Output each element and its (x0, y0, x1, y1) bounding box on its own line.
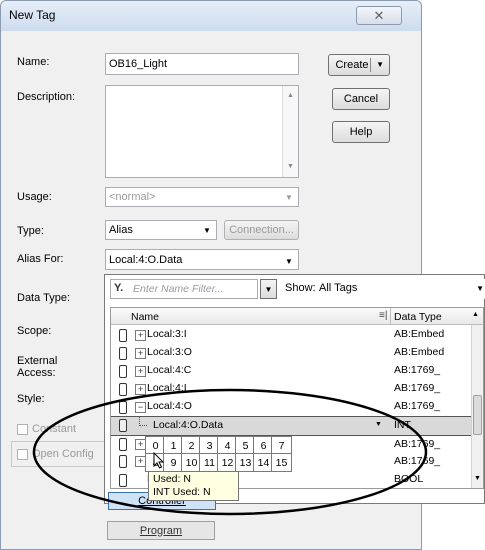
highlight-ellipse (32, 388, 428, 516)
